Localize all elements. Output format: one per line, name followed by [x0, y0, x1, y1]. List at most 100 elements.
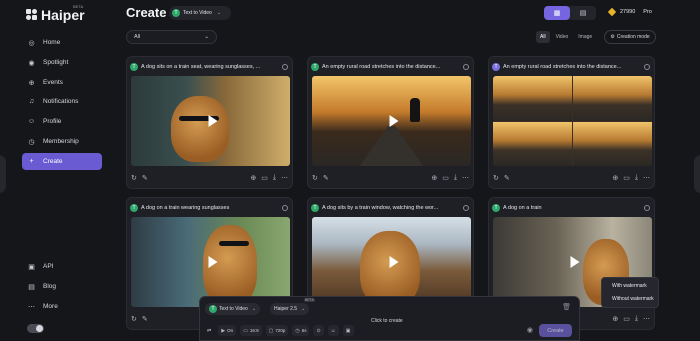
scroll-right-handle[interactable] — [694, 155, 700, 193]
seed-button[interactable]: ⊙ — [313, 325, 324, 336]
card-title: An empty rural road stretches into the d… — [503, 64, 622, 70]
more-icon[interactable]: ⋯ — [281, 174, 288, 182]
duration-select[interactable]: ◷ 6s — [292, 325, 310, 336]
play-icon[interactable] — [389, 115, 398, 127]
video-thumbnail[interactable] — [131, 76, 290, 166]
edit-icon[interactable]: ✎ — [142, 174, 148, 182]
model-select[interactable]: Haiper 2.5 ⌄ — [270, 303, 310, 315]
create-button[interactable]: Create — [539, 324, 572, 337]
play-icon[interactable] — [208, 256, 217, 268]
sidebar-item-notifications[interactable]: ♫ Notifications — [22, 93, 102, 110]
sidebar-item-home[interactable]: ◎ Home — [22, 34, 102, 51]
composer-mode-label: Text to Video — [219, 306, 248, 312]
extend-icon[interactable]: ⊕ — [612, 315, 618, 323]
list-view-icon[interactable]: ▤ — [570, 6, 596, 20]
sidebar-item-events[interactable]: ⊕ Events — [22, 74, 102, 91]
sidebar-item-spotlight[interactable]: ◉ Spotlight — [22, 54, 102, 71]
info-icon[interactable] — [644, 205, 650, 211]
sidebar-item-blog[interactable]: ▤ Blog — [22, 278, 102, 295]
info-icon[interactable] — [463, 64, 469, 70]
play-icon[interactable] — [570, 256, 579, 268]
filter-select[interactable]: All ⌄ — [126, 30, 217, 44]
play-icon[interactable] — [389, 256, 398, 268]
style-button[interactable]: ▣ — [342, 325, 354, 336]
beta-badge: BETA — [73, 4, 84, 9]
image-variant[interactable] — [493, 121, 572, 166]
theme-toggle[interactable] — [27, 324, 44, 333]
text-to-video-icon: T — [209, 305, 217, 313]
resolution-value: 720p — [275, 328, 286, 333]
aspect-ratio-select[interactable]: ▭ 16:9 — [240, 325, 262, 336]
more-icon[interactable]: ⋯ — [643, 315, 650, 323]
style-icon: ▣ — [345, 327, 351, 334]
video-card[interactable]: T A dog sits on a train seat, wearing su… — [126, 56, 293, 189]
mode-label: Text to Video — [183, 10, 212, 16]
segment-all[interactable]: All — [536, 31, 550, 43]
regenerate-icon[interactable]: ↻ — [312, 174, 318, 182]
info-icon[interactable] — [463, 205, 469, 211]
edit-icon[interactable]: ✎ — [323, 174, 329, 182]
extend-icon[interactable]: ⊕ — [250, 174, 256, 182]
video-card[interactable]: T An empty rural road stretches into the… — [307, 56, 474, 189]
audio-toggle[interactable]: ▶ On — [218, 325, 237, 336]
settings-icon[interactable]: ⇄ — [204, 325, 214, 336]
regenerate-icon[interactable]: ↻ — [131, 174, 137, 182]
video-thumbnail[interactable] — [131, 217, 290, 307]
model-label: Haiper 2.5 — [274, 306, 298, 312]
play-icon[interactable] — [208, 115, 217, 127]
segment-video[interactable]: Video — [552, 31, 573, 43]
download-icon[interactable]: ⤓ — [635, 315, 638, 323]
more-icon[interactable]: ⋯ — [643, 174, 650, 182]
composer-mode-select[interactable]: T Text to Video ⌄ — [205, 303, 261, 315]
download-without-watermark[interactable]: Without watermark — [612, 296, 658, 302]
eye-icon[interactable]: ◉ — [527, 326, 533, 334]
grid-view-icon[interactable]: ▦ — [544, 6, 570, 20]
info-icon[interactable] — [644, 64, 650, 70]
scroll-left-handle[interactable] — [0, 155, 6, 193]
folder-icon[interactable]: ▭ — [261, 174, 268, 182]
edit-icon[interactable]: ✎ — [142, 315, 148, 323]
download-icon[interactable]: ⤓ — [454, 174, 457, 182]
sidebar-item-create[interactable]: + Create — [22, 153, 102, 170]
image-card[interactable]: T An empty rural road stretches into the… — [488, 56, 655, 189]
extend-icon[interactable]: ⊕ — [431, 174, 437, 182]
creation-mode-label: Creation mode — [616, 34, 650, 40]
download-icon[interactable]: ⤓ — [635, 174, 638, 182]
download-with-watermark[interactable]: With watermark — [612, 283, 658, 289]
folder-icon[interactable]: ▭ — [623, 315, 630, 323]
extend-icon[interactable]: ⊕ — [612, 174, 618, 182]
info-icon[interactable] — [282, 205, 288, 211]
bell-icon: ♫ — [28, 98, 35, 105]
text-to-video-icon: T — [311, 63, 319, 71]
regenerate-icon[interactable]: ↻ — [493, 174, 499, 182]
edit-icon[interactable]: ✎ — [504, 174, 510, 182]
regenerate-icon[interactable]: ↻ — [131, 315, 137, 323]
trash-icon[interactable]: 🗑 — [562, 303, 571, 311]
image-variant[interactable] — [573, 121, 652, 166]
haiper-logo[interactable]: Haiper — [26, 7, 85, 23]
sidebar-item-api[interactable]: ▣ API — [22, 258, 102, 275]
resolution-select[interactable]: ▢ 720p — [265, 325, 289, 336]
sidebar-item-more[interactable]: ⋯ More — [22, 298, 102, 315]
view-toggle[interactable]: ▦ ▤ — [544, 6, 596, 20]
mode-dropdown[interactable]: T Text to Video ⌄ — [169, 6, 231, 20]
download-icon[interactable]: ⤓ — [273, 174, 276, 182]
image-variant[interactable] — [573, 76, 652, 121]
creation-mode-button[interactable]: ⚙ Creation mode — [604, 30, 656, 44]
folder-icon[interactable]: ▭ — [442, 174, 449, 182]
video-thumbnail[interactable] — [312, 217, 471, 307]
segment-image[interactable]: Image — [574, 31, 596, 43]
image-variant[interactable] — [493, 76, 572, 121]
card-header: T An empty rural road stretches into the… — [311, 61, 469, 73]
folder-icon[interactable]: ▭ — [623, 174, 630, 182]
more-icon[interactable]: ⋯ — [462, 174, 469, 182]
credits-display[interactable]: 27990 Pro — [607, 7, 652, 17]
text-to-video-icon: T — [172, 9, 180, 17]
emoji-button[interactable]: ☺ — [327, 325, 339, 336]
info-icon[interactable] — [282, 64, 288, 70]
sidebar-item-membership[interactable]: ◷ Membership — [22, 133, 102, 150]
sidebar-item-profile[interactable]: ☺ Profile — [22, 113, 102, 130]
image-grid-thumbnail[interactable] — [493, 76, 652, 166]
logo-icon — [26, 9, 38, 21]
video-thumbnail[interactable] — [312, 76, 471, 166]
